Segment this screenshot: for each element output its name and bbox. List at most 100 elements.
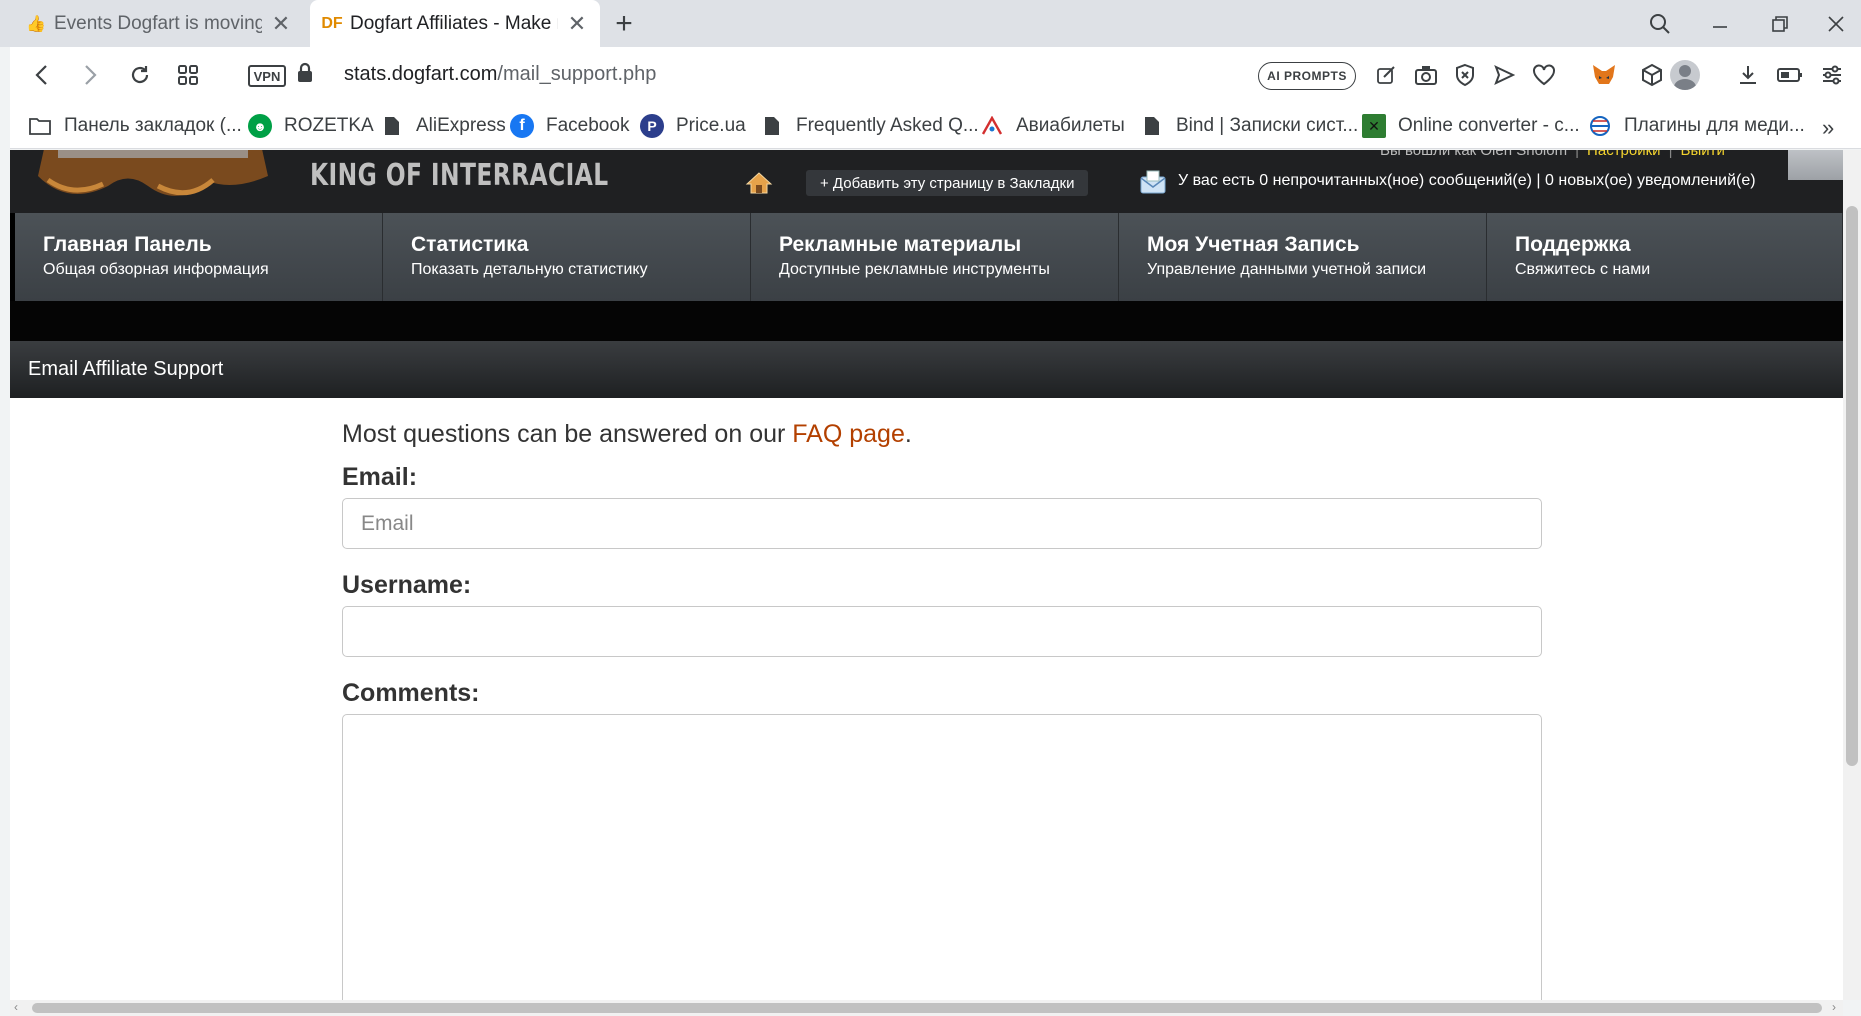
- ai-prompts-button[interactable]: AI PROMPTS: [1258, 62, 1356, 90]
- forward-icon[interactable]: [72, 57, 108, 93]
- bookmark-facebook[interactable]: f Facebook: [510, 113, 629, 139]
- close-window-icon[interactable]: [1808, 0, 1861, 47]
- facebook-icon: f: [510, 114, 534, 138]
- bookmark-faq[interactable]: Frequently Asked Q...: [760, 113, 979, 139]
- tab-dogfart-affiliates[interactable]: DF Dogfart Affiliates - Make m ✕: [310, 0, 600, 47]
- restore-icon[interactable]: [1752, 0, 1808, 47]
- priceua-icon: P: [640, 114, 664, 138]
- vertical-scrollbar[interactable]: [1843, 150, 1861, 1000]
- email-label: Email:: [342, 463, 418, 491]
- url-host: stats.dogfart.com: [344, 63, 498, 85]
- mail-icon[interactable]: [1140, 170, 1166, 194]
- site-header: KING OF INTERRACIAL Вы вошли как Oleh Sh…: [10, 150, 1843, 213]
- page-icon: [1140, 114, 1164, 138]
- faq-link[interactable]: FAQ page: [792, 420, 905, 448]
- nav-promo-materials[interactable]: Рекламные материалы Доступные рекламные …: [751, 213, 1119, 301]
- df-logo-icon: DF: [321, 14, 343, 32]
- nav-title: Рекламные материалы: [779, 233, 1022, 256]
- download-icon[interactable]: [1730, 57, 1766, 93]
- nav-title: Главная Панель: [43, 233, 212, 256]
- home-icon[interactable]: [745, 171, 773, 195]
- extensions-cube-icon[interactable]: [1634, 57, 1670, 93]
- settings-link[interactable]: Настройки: [1587, 150, 1661, 159]
- bookmark-plugins[interactable]: Плагины для меди...: [1588, 113, 1805, 139]
- adblock-shield-icon[interactable]: [1447, 57, 1483, 93]
- profile-avatar[interactable]: [1670, 60, 1700, 90]
- tab-events-dogfart[interactable]: 👍 Events Dogfart is moving to ✕: [14, 0, 304, 47]
- section-title: Email Affiliate Support: [28, 358, 224, 380]
- username-label: Username:: [342, 571, 472, 599]
- close-tab-icon[interactable]: ✕: [566, 11, 588, 36]
- rozetka-icon: ☻: [248, 114, 272, 138]
- add-bookmark-button[interactable]: + Добавить эту страницу в Закладки: [806, 170, 1089, 196]
- new-tab-icon[interactable]: +: [608, 7, 640, 40]
- reload-icon[interactable]: [122, 57, 158, 93]
- nav-support[interactable]: Поддержка Свяжитесь с нами: [1487, 213, 1843, 301]
- more-bookmarks-icon[interactable]: »: [1822, 115, 1834, 141]
- bookmark-bind[interactable]: Bind | Записки сист...: [1140, 113, 1358, 139]
- nav-my-account[interactable]: Моя Учетная Запись Управление данными уч…: [1119, 213, 1487, 301]
- bookmarks-bar: Панель закладок (... ☻ ROZETKA AliExpres…: [10, 103, 1861, 149]
- nav-statistics[interactable]: Статистика Показать детальную статистику: [383, 213, 751, 301]
- nav-submenu-band: [10, 301, 1843, 341]
- tab-title: Events Dogfart is moving to: [54, 12, 262, 34]
- bookmark-label: Панель закладок (...: [64, 115, 242, 136]
- heart-icon[interactable]: [1526, 57, 1562, 93]
- nav-subtitle: Общая обзорная информация: [43, 261, 269, 278]
- user-info: Вы вошли как Oleh Sholom | Настройки | Выйти: [1380, 150, 1725, 159]
- notifications-text[interactable]: У вас есть 0 непрочитанных(ное) сообщени…: [1178, 172, 1756, 190]
- metamask-fox-icon[interactable]: [1586, 57, 1622, 93]
- avia-icon: [980, 114, 1004, 138]
- bookmark-label: Price.ua: [676, 115, 746, 136]
- nav-subtitle: Свяжитесь с нами: [1515, 261, 1651, 278]
- url-path: /mail_support.php: [497, 63, 657, 85]
- dogfart-logo-icon[interactable]: [28, 150, 288, 210]
- search-tabs-icon[interactable]: [1632, 0, 1688, 47]
- camera-icon[interactable]: [1408, 57, 1444, 93]
- email-field[interactable]: [342, 498, 1542, 549]
- minimize-icon[interactable]: [1692, 0, 1748, 47]
- bookmark-online-converter[interactable]: ✕ Online converter - c...: [1362, 113, 1580, 139]
- bookmark-label: Плагины для меди...: [1624, 115, 1805, 136]
- comments-field[interactable]: [342, 714, 1542, 1000]
- bookmark-priceua[interactable]: P Price.ua: [640, 113, 746, 139]
- logout-link[interactable]: Выйти: [1680, 150, 1724, 159]
- nav-title: Статистика: [411, 233, 529, 256]
- back-icon[interactable]: [24, 57, 60, 93]
- bookmark-rozetka[interactable]: ☻ ROZETKA: [248, 113, 374, 139]
- address-bar[interactable]: stats.dogfart.com/mail_support.php: [344, 63, 656, 86]
- scroll-thumb[interactable]: [1846, 206, 1858, 766]
- username-field[interactable]: [342, 606, 1542, 657]
- browser-toolbar: VPN stats.dogfart.com/mail_support.php A…: [10, 47, 1861, 103]
- converter-icon: ✕: [1362, 114, 1386, 138]
- scroll-left-icon[interactable]: ‹: [14, 1000, 18, 1014]
- intro-text: Most questions can be answered on our FA…: [342, 420, 1542, 449]
- bookmark-aliexpress[interactable]: AliExpress: [380, 113, 506, 139]
- bookmark-panel-folder[interactable]: Панель закладок (...: [28, 113, 242, 139]
- logged-in-as: Вы вошли как Oleh Sholom: [1380, 150, 1568, 159]
- section-header: Email Affiliate Support: [10, 341, 1843, 398]
- tab-strip: 👍 Events Dogfart is moving to ✕ DF Dogfa…: [0, 0, 1861, 47]
- close-tab-icon[interactable]: ✕: [270, 11, 292, 36]
- bookmark-aviabilety[interactable]: Авиабилеты: [980, 113, 1125, 139]
- thumbs-up-icon: 👍: [26, 15, 46, 33]
- horizontal-scrollbar[interactable]: ‹ ›: [10, 1000, 1843, 1016]
- bookmark-label: Авиабилеты: [1016, 115, 1125, 136]
- battery-saver-icon[interactable]: [1772, 57, 1808, 93]
- lock-icon[interactable]: [296, 62, 314, 90]
- scroll-right-icon[interactable]: ›: [1832, 1000, 1836, 1014]
- bookmark-label: ROZETKA: [284, 115, 374, 136]
- nav-dashboard[interactable]: Главная Панель Общая обзорная информация: [15, 213, 383, 301]
- bookmark-label: Bind | Записки сист...: [1176, 115, 1359, 136]
- speed-dial-icon[interactable]: [170, 57, 206, 93]
- easy-setup-icon[interactable]: [1814, 57, 1850, 93]
- edit-icon[interactable]: [1368, 57, 1404, 93]
- page-icon: [380, 114, 404, 138]
- vpn-badge[interactable]: VPN: [248, 65, 286, 87]
- nav-title: Моя Учетная Запись: [1147, 233, 1360, 256]
- scroll-thumb[interactable]: [32, 1003, 1822, 1013]
- nav-subtitle: Показать детальную статистику: [411, 261, 648, 278]
- bookmark-label: AliExpress: [416, 115, 506, 136]
- profile-picture[interactable]: [1788, 150, 1843, 180]
- send-icon[interactable]: [1486, 57, 1522, 93]
